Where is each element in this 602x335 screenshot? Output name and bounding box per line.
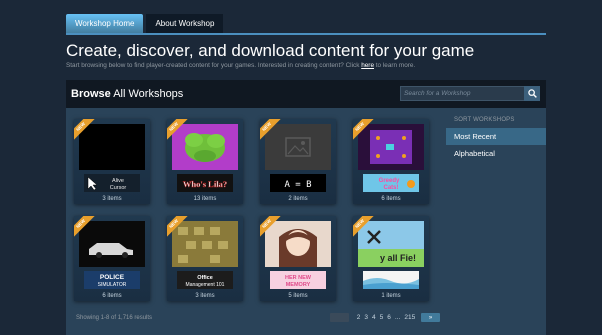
- card-logo-text-1: POLICE: [100, 274, 125, 281]
- page-number[interactable]: 2: [357, 314, 361, 321]
- workshop-card-office-management[interactable]: Office Management 101 3 items NEW: [167, 216, 243, 301]
- card-item-count: 6 items: [381, 196, 401, 202]
- card-logo: Alive Cursor: [84, 174, 140, 192]
- card-logo: HER NEW MEMORY: [270, 271, 326, 289]
- tab-bar: Workshop Home About Workshop: [66, 14, 224, 34]
- browse-heading: Browse All Workshops: [71, 88, 183, 100]
- cursor-arrow-icon: Alive Cursor: [87, 176, 127, 191]
- browser-header: Browse All Workshops: [66, 80, 546, 108]
- sort-most-recent[interactable]: Most Recent: [446, 128, 546, 145]
- workshop-card-a-equals-b[interactable]: A = B 2 items NEW: [260, 119, 336, 204]
- tab-about-workshop[interactable]: About Workshop: [146, 14, 224, 34]
- card-thumbnail: [172, 221, 238, 267]
- subtitle-text: Start browsing below to find player-crea…: [66, 62, 360, 69]
- card-thumbnail: [265, 221, 331, 267]
- browse-rest: All Workshops: [113, 88, 184, 100]
- learn-more-link[interactable]: here: [361, 62, 374, 69]
- card-logo-text: A = B: [284, 180, 311, 190]
- page-number[interactable]: 5: [380, 314, 384, 321]
- card-item-count: 6 items: [102, 293, 122, 299]
- tools-icon: [367, 230, 381, 244]
- card-logo-text-2: Cursor: [110, 185, 127, 191]
- page-title: Create, discover, and download content f…: [66, 41, 475, 60]
- card-logo-text-2: MEMORY: [286, 282, 311, 288]
- card-thumbnail: [358, 124, 424, 170]
- workshop-card-whos-lila[interactable]: Who's Lila? 13 items NEW: [167, 119, 243, 204]
- browse-bold: Browse: [71, 88, 111, 100]
- search-icon: [527, 89, 537, 98]
- card-thumbnail: [172, 124, 238, 170]
- card-item-count: 1 items: [381, 293, 401, 299]
- card-thumbnail: [79, 221, 145, 267]
- workshop-card-fields[interactable]: y all Fie! 1 items NEW: [353, 216, 429, 301]
- card-logo-text-2: SIMULATOR: [98, 282, 127, 288]
- workshop-card-greedy-cats[interactable]: Greedy Cats! 6 items NEW: [353, 119, 429, 204]
- pagination: 2 3 4 5 6 ... 215 »: [330, 312, 440, 323]
- page-ellipsis: ...: [394, 314, 401, 321]
- workshop-card-alive-cursor[interactable]: Alive Cursor 3 items NEW: [74, 119, 150, 204]
- card-logo: Greedy Cats!: [363, 174, 419, 192]
- search-input[interactable]: [401, 87, 524, 100]
- page-number[interactable]: 6: [387, 314, 391, 321]
- results-count: Showing 1-8 of 1,716 results: [76, 315, 153, 321]
- card-item-count: 3 items: [102, 196, 122, 202]
- workshop-browser: Browse All Workshops Alive Cursor 3 item…: [66, 80, 546, 335]
- search-box: [400, 86, 540, 101]
- next-arrow-icon: »: [428, 314, 433, 321]
- card-thumbnail: [265, 124, 331, 170]
- sort-sidebar: SORT WORKSHOPS Most Recent Alphabetical: [446, 108, 546, 162]
- card-logo-text-2: Management 101: [186, 282, 225, 288]
- card-logo-text-1: HER NEW: [285, 275, 312, 281]
- card-item-count: 13 items: [193, 196, 217, 202]
- page-number[interactable]: 3: [364, 314, 368, 321]
- card-logo: Who's Lila?: [177, 174, 233, 192]
- card-item-count: 2 items: [288, 196, 308, 202]
- subtitle-tail: to learn more.: [375, 62, 416, 69]
- card-logo: A = B: [270, 174, 326, 192]
- card-thumbnail: y all Fie!: [358, 221, 424, 267]
- page-number[interactable]: 215: [404, 314, 415, 321]
- card-logo: POLICE SIMULATOR: [84, 271, 140, 289]
- card-logo: Office Management 101: [177, 271, 233, 289]
- card-logo-text-2: Cats!: [383, 185, 398, 191]
- card-logo-text-1: Greedy: [379, 178, 400, 184]
- tab-underline: [66, 33, 546, 35]
- card-item-count: 5 items: [288, 293, 308, 299]
- workshop-card-her-new-memory[interactable]: HER NEW MEMORY 5 items NEW: [260, 216, 336, 301]
- sort-heading: SORT WORKSHOPS: [454, 117, 515, 123]
- workshop-card-police-simulator[interactable]: POLICE SIMULATOR 6 items NEW: [74, 216, 150, 301]
- page-number[interactable]: 4: [372, 314, 376, 321]
- card-logo-text-1: Alive: [112, 178, 124, 184]
- card-item-count: 3 items: [195, 293, 215, 299]
- prev-page-button[interactable]: [330, 313, 349, 322]
- svg-text:y all Fie!: y all Fie!: [380, 253, 416, 263]
- search-button[interactable]: [524, 86, 540, 101]
- card-logo-text-1: Office: [197, 275, 213, 281]
- card-logo-text: Who's Lila?: [183, 179, 227, 189]
- sort-alphabetical[interactable]: Alphabetical: [446, 145, 546, 162]
- page-subtitle: Start browsing below to find player-crea…: [66, 62, 415, 69]
- tab-workshop-home[interactable]: Workshop Home: [66, 14, 144, 34]
- next-page-button[interactable]: »: [421, 313, 440, 322]
- card-logo: [363, 271, 419, 289]
- image-placeholder-icon: [285, 137, 311, 157]
- card-thumbnail: [79, 124, 145, 170]
